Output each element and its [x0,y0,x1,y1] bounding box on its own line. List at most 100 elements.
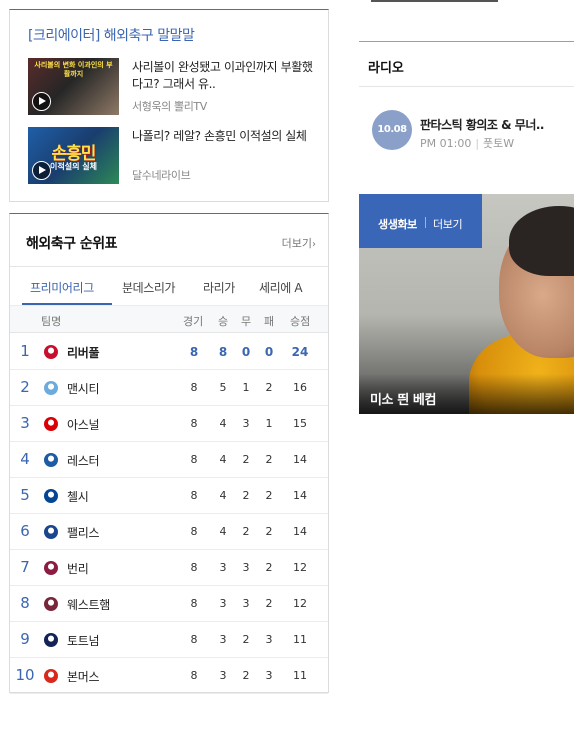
team-name[interactable]: 첼시 [67,488,89,505]
table-row[interactable]: 7 번리 8 3 3 2 12 [10,550,328,586]
table-row[interactable]: 4 레스터 8 4 2 2 14 [10,442,328,478]
tab-laliga[interactable]: 라리가 [203,279,235,296]
table-row[interactable]: 5 첼시 8 4 2 2 14 [10,478,328,514]
team-name[interactable]: 팰리스 [67,524,100,541]
played-value: 8 [190,381,198,394]
lost-value: 2 [265,561,273,574]
team-name[interactable]: 레스터 [67,452,100,469]
lost-value: 2 [265,381,273,394]
more-link-label: 더보기 [281,237,312,250]
table-row[interactable]: 8 웨스트햄 8 3 3 2 12 [10,586,328,622]
photo-gallery-label[interactable]: 생생화보 [378,216,417,232]
league-tabs: 프리미어리그 분데스리가 라리가 세리에 A [10,266,328,305]
played-value: 8 [190,417,198,430]
rank-number: 4 [20,450,30,468]
won-value: 4 [219,453,227,466]
drawn-value: 2 [242,453,250,466]
played-value: 8 [189,345,199,359]
drawn-value: 3 [242,561,250,574]
lost-value: 1 [265,417,273,430]
creator-video-panel: [크리에이터] 해외축구 말말말 사리볼의 변화 이과인의 부활까지 사리볼이 … [9,9,329,202]
won-value: 3 [219,597,227,610]
rank-number: 2 [20,378,30,396]
points-value: 12 [293,597,307,610]
tab-serie-a[interactable]: 세리에 A [259,279,303,296]
header-points: 승점 [290,315,311,328]
played-value: 8 [190,561,198,574]
points-value: 11 [293,633,307,646]
team-name[interactable]: 본머스 [67,668,100,685]
lost-value: 2 [265,597,273,610]
team-crest-icon [44,417,58,431]
radio-time: PM 01:00 [420,137,472,150]
team-name[interactable]: 맨시티 [67,380,100,397]
team-name[interactable]: 웨스트햄 [67,596,110,613]
points-value: 14 [293,525,307,538]
radio-section-title: 라디오 [368,61,404,76]
won-value: 4 [219,417,227,430]
tab-divider [425,217,426,228]
table-row[interactable]: 1 리버풀 8 8 0 0 24 [10,334,328,370]
rank-number: 5 [20,486,30,504]
team-crest-icon [44,669,58,683]
lost-value: 3 [265,633,273,646]
photo-caption[interactable]: 미소 띈 베컴 [370,389,436,408]
drawn-value: 0 [241,345,251,359]
header-drawn: 무 [241,315,252,328]
photo-subject-hair [509,206,574,276]
standings-title: 해외축구 순위표 [26,236,118,252]
video-thumbnail[interactable]: 사리볼의 변화 이과인의 부활까지 [28,58,119,115]
lost-value: 0 [264,345,274,359]
photo-more-link[interactable]: 더보기 [433,216,463,232]
chevron-right-icon: › [312,239,316,250]
lost-value: 3 [265,669,273,682]
team-crest-icon [44,489,58,503]
table-row[interactable]: 10 본머스 8 3 2 3 11 [10,658,328,694]
drawn-value: 3 [242,597,250,610]
play-icon [32,161,51,180]
radio-channel[interactable]: 풋토W [483,137,514,150]
standings-header-row: 팀명 경기 승 무 패 승점 [10,305,328,333]
drawn-value: 2 [242,489,250,502]
team-name[interactable]: 번리 [67,560,89,577]
team-name[interactable]: 아스널 [67,416,100,433]
video-item[interactable]: 사리볼의 변화 이과인의 부활까지 사리볼이 완성됐고 이과인까지 부활했다고?… [28,58,320,116]
team-name[interactable]: 리버풀 [67,344,100,361]
photo-gallery-card[interactable]: 생생화보 더보기 미소 띈 베컴 [359,194,574,414]
team-crest-icon [44,453,58,467]
header-won: 승 [218,315,229,328]
team-crest-icon [44,345,58,359]
radio-top-rule [359,41,574,42]
points-value: 15 [293,417,307,430]
lost-value: 2 [265,453,273,466]
radio-show-title[interactable]: 판타스틱 황의조 & 무너.. [420,116,544,133]
standings-more-link[interactable]: 더보기› [282,235,316,251]
points-value: 14 [293,453,307,466]
played-value: 8 [190,453,198,466]
drawn-value: 3 [242,417,250,430]
table-row[interactable]: 3 아스널 8 4 3 1 15 [10,406,328,442]
rank-number: 3 [20,414,30,432]
tab-bundesliga[interactable]: 분데스리가 [122,279,176,296]
rank-number: 8 [20,594,30,612]
team-name[interactable]: 토트넘 [67,632,100,649]
drawn-value: 2 [242,525,250,538]
video-title[interactable]: 사리볼이 완성됐고 이과인까지 부활했다고? 그래서 유.. [132,59,318,93]
points-value: 14 [293,489,307,502]
video-thumbnail[interactable]: 손흥민 이적설의 실체 [28,127,119,184]
thumbnail-caption: 사리볼의 변화 이과인의 부활까지 [34,61,113,78]
table-row[interactable]: 2 맨시티 8 5 1 2 16 [10,370,328,406]
standings-panel: 해외축구 순위표 더보기› 프리미어리그 분데스리가 라리가 세리에 A 팀명 … [9,213,329,694]
tab-premier-league[interactable]: 프리미어리그 [30,279,94,296]
won-value: 5 [219,381,227,394]
creator-panel-title[interactable]: [크리에이터] 해외축구 말말말 [28,25,195,45]
team-crest-icon [44,525,58,539]
photo-gallery-tab: 생생화보 더보기 [359,194,482,248]
played-value: 8 [190,525,198,538]
table-row[interactable]: 9 토트넘 8 3 2 3 11 [10,622,328,658]
video-item[interactable]: 손흥민 이적설의 실체 나폴리? 레알? 손흥민 이적설의 실체 달수네라이브 [28,127,320,185]
video-title[interactable]: 나폴리? 레알? 손흥민 이적설의 실체 [132,128,318,145]
rank-number: 9 [20,630,30,648]
radio-date-badge[interactable]: 10.08 [372,110,412,150]
table-row[interactable]: 6 팰리스 8 4 2 2 14 [10,514,328,550]
